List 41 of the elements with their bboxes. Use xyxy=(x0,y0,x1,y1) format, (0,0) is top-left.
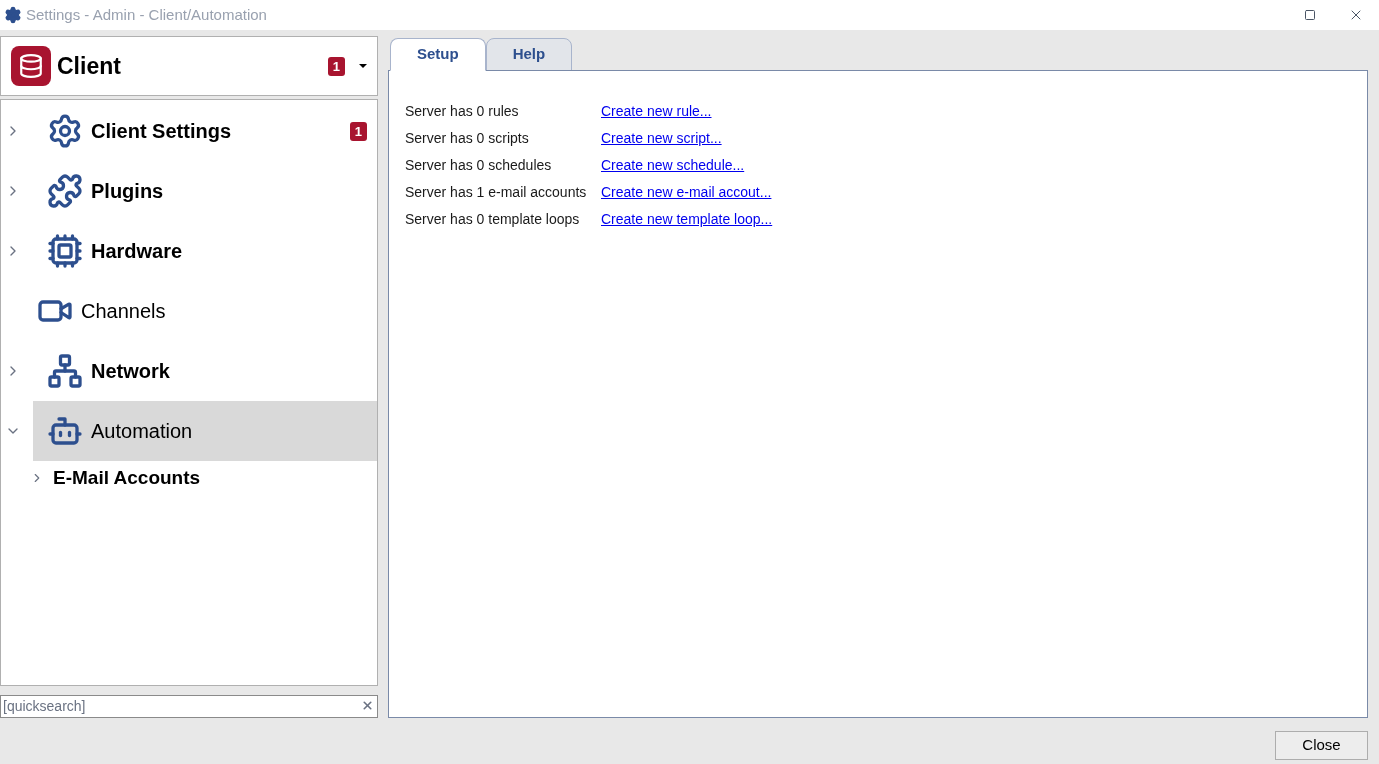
database-icon xyxy=(11,46,51,86)
count-badge: 1 xyxy=(349,121,367,141)
status-text: Server has 0 scripts xyxy=(405,129,530,148)
tree-item[interactable]: Automation xyxy=(33,401,377,461)
tree-item[interactable]: Plugins xyxy=(33,161,377,221)
create-link[interactable]: Create new script... xyxy=(601,128,722,149)
tree-item-label: Plugins xyxy=(91,179,164,204)
maximize-icon xyxy=(1304,9,1316,21)
puzzle-icon xyxy=(47,173,83,209)
tree-item-label: Channels xyxy=(81,299,166,324)
status-text: Server has 1 e-mail accounts xyxy=(405,183,588,202)
tree-item-label: Hardware xyxy=(91,239,183,264)
create-link[interactable]: Create new rule... xyxy=(601,101,712,122)
close-button[interactable]: Close xyxy=(1275,730,1368,760)
client-label: Client xyxy=(57,51,121,81)
create-link[interactable]: Create new schedule... xyxy=(601,155,745,176)
chip-icon xyxy=(47,233,83,269)
dropdown-caret-icon[interactable] xyxy=(359,64,367,68)
network-icon xyxy=(47,353,83,389)
count-badge: 1 xyxy=(327,56,345,76)
tree-item-label: Automation xyxy=(91,419,193,444)
clear-icon[interactable] xyxy=(361,699,374,712)
tab[interactable]: Setup xyxy=(390,38,486,71)
tree-item-label: Client Settings xyxy=(91,119,231,144)
create-link[interactable]: Create new e-mail accout... xyxy=(601,182,772,203)
tab[interactable]: Help xyxy=(485,38,573,71)
create-link[interactable]: Create new template loop... xyxy=(601,209,773,230)
gear-icon xyxy=(47,113,83,149)
gear-icon xyxy=(4,6,22,24)
tree-item-label: Network xyxy=(91,359,170,384)
tree-item[interactable]: E-Mail Accounts xyxy=(52,463,202,493)
tree-item[interactable]: Client Settings 1 xyxy=(33,101,377,161)
tree-item[interactable]: Network xyxy=(33,341,377,401)
status-text: Server has 0 rules xyxy=(405,102,520,121)
status-text: Server has 0 schedules xyxy=(405,156,553,175)
tree-item[interactable]: Channels xyxy=(23,281,377,341)
window-title: Settings - Admin - Client/Automation xyxy=(26,4,267,25)
client-selector[interactable]: Client 1 xyxy=(0,36,378,96)
tree-item[interactable]: Hardware xyxy=(33,221,377,281)
quicksearch-field[interactable]: [quicksearch] xyxy=(0,694,378,718)
status-text: Server has 0 template loops xyxy=(405,210,581,229)
